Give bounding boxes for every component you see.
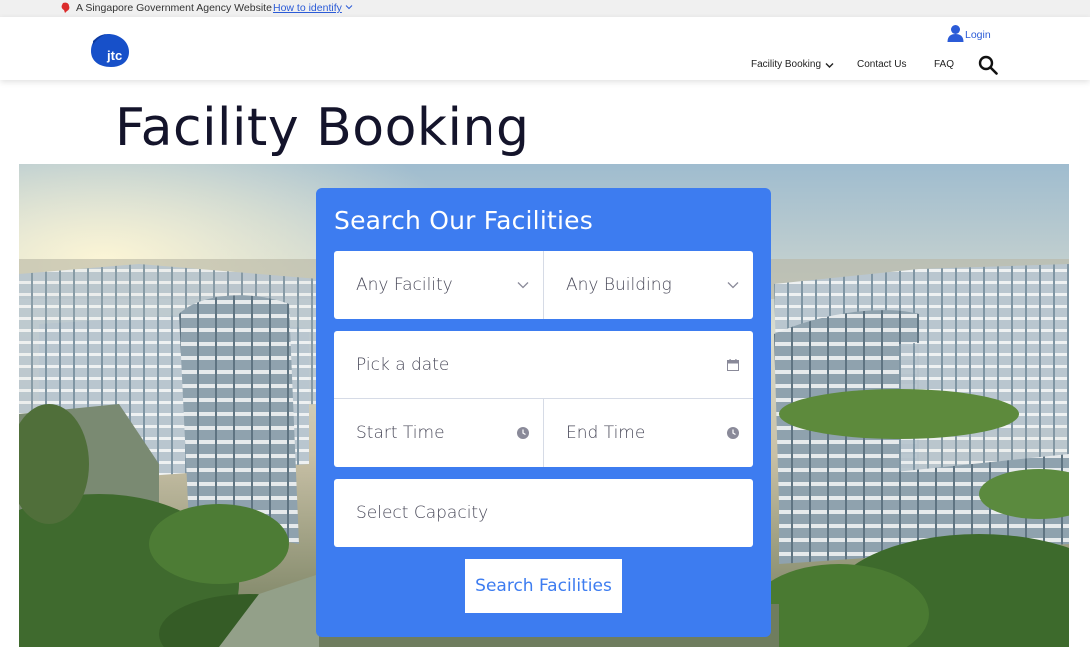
search-facilities-card: Search Our Facilities Any Facility Any B…	[316, 188, 771, 637]
chevron-down-icon[interactable]	[345, 3, 353, 11]
search-icon[interactable]	[978, 55, 998, 75]
chevron-down-icon	[727, 282, 739, 289]
facility-building-row: Any Facility Any Building	[334, 251, 753, 319]
building-select[interactable]: Any Building	[544, 251, 753, 319]
end-time-placeholder: End Time	[566, 423, 646, 443]
capacity-select[interactable]: Select Capacity	[334, 479, 753, 547]
start-time-field[interactable]: Start Time	[334, 399, 544, 467]
search-facilities-button[interactable]: Search Facilities	[465, 559, 622, 613]
chevron-down-icon	[825, 62, 834, 68]
building-select-value: Any Building	[566, 275, 672, 295]
capacity-placeholder: Select Capacity	[356, 503, 489, 523]
jtc-logo-icon: jtc	[91, 34, 129, 67]
date-time-group: Pick a date Start Time End Time	[334, 331, 753, 467]
clock-icon	[727, 427, 739, 439]
capacity-row: Select Capacity	[334, 479, 753, 547]
chevron-down-icon	[517, 282, 529, 289]
jtc-logo[interactable]: jtc	[87, 31, 131, 69]
site-header: jtc Login Facility Booking Contact Us FA…	[0, 17, 1090, 80]
start-time-placeholder: Start Time	[356, 423, 445, 443]
date-placeholder: Pick a date	[356, 354, 450, 375]
facility-select-value: Any Facility	[356, 275, 453, 295]
nav-contact-us[interactable]: Contact Us	[857, 59, 906, 71]
user-icon	[947, 25, 964, 42]
masthead-text: A Singapore Government Agency Website	[76, 2, 272, 14]
nav-facility-booking-label: Facility Booking	[751, 59, 822, 70]
singapore-lion-icon	[61, 2, 70, 13]
how-to-identify-link[interactable]: How to identify	[273, 1, 342, 15]
nav-facility-booking[interactable]: Facility Booking	[751, 59, 834, 71]
login-link[interactable]: Login	[947, 23, 991, 43]
date-picker-field[interactable]: Pick a date	[334, 331, 753, 398]
logo-text: jtc	[106, 48, 122, 63]
page-title: Facility Booking	[115, 98, 530, 158]
calendar-icon	[727, 358, 739, 371]
nav-faq[interactable]: FAQ	[934, 59, 954, 71]
end-time-field[interactable]: End Time	[544, 399, 753, 467]
search-card-title: Search Our Facilities	[334, 206, 593, 235]
facility-select[interactable]: Any Facility	[334, 251, 544, 319]
clock-icon	[517, 427, 529, 439]
gov-masthead: A Singapore Government Agency Website Ho…	[0, 0, 1090, 17]
login-label: Login	[965, 28, 991, 41]
